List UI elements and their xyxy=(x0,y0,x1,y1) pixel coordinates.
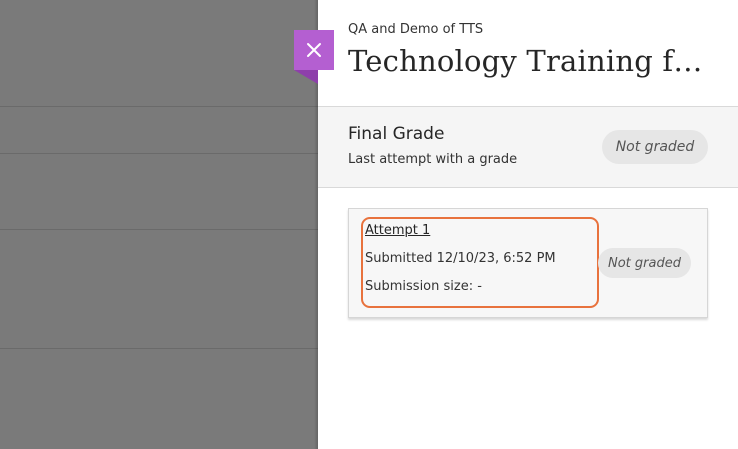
panel-title: Technology Training fo… xyxy=(348,44,718,78)
attempt-status-badge: Not graded xyxy=(598,248,691,278)
course-breadcrumb: QA and Demo of TTS xyxy=(348,22,484,37)
attempt-submission-size: Submission size: - xyxy=(365,279,482,294)
final-grade-subtitle: Last attempt with a grade xyxy=(348,152,518,167)
final-grade-title: Final Grade xyxy=(348,124,445,144)
attempt-submitted-date: Submitted 12/10/23, 6:52 PM xyxy=(365,251,556,266)
background-divider xyxy=(0,106,318,107)
background-divider xyxy=(0,348,318,349)
close-panel-button[interactable] xyxy=(294,30,334,84)
background-divider xyxy=(0,229,318,230)
final-grade-status-badge: Not graded xyxy=(602,130,708,164)
close-icon xyxy=(307,43,321,57)
background-divider xyxy=(0,153,318,154)
dimmed-background-page[interactable] xyxy=(0,0,318,449)
attempt-link[interactable]: Attempt 1 xyxy=(365,223,430,238)
